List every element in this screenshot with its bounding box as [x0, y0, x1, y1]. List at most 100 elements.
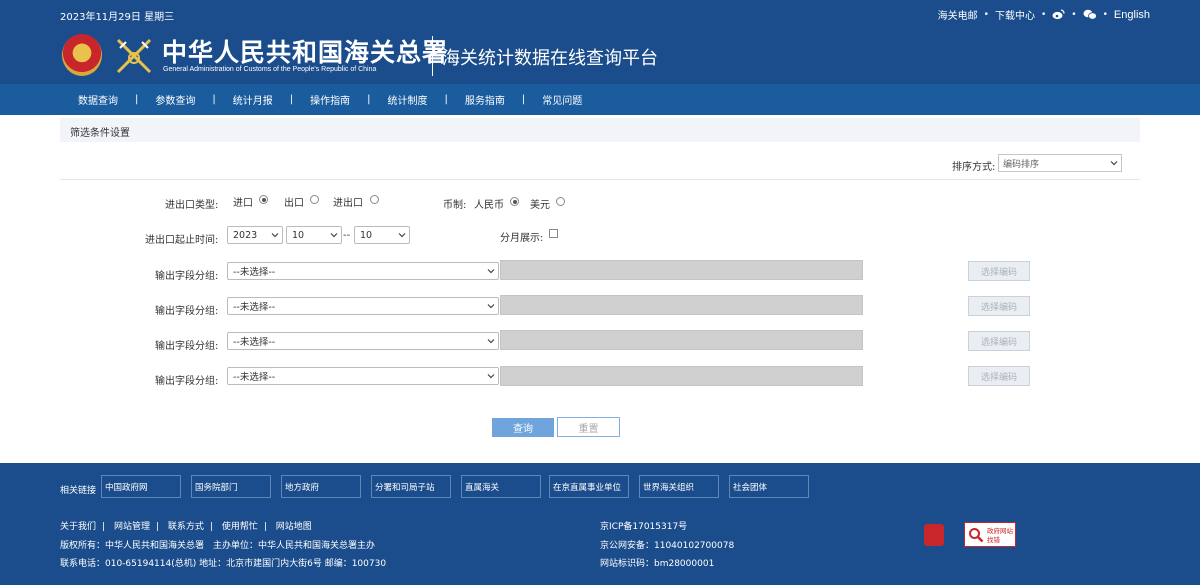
year-select[interactable]: 2023 — [227, 226, 283, 244]
nav-separator: | — [289, 94, 294, 105]
site-footer: 相关链接 中国政府网 国务院部门 地方政府 分署和司局子站 直属海关 在京直属事… — [0, 463, 1200, 585]
related-link-gov[interactable]: 中国政府网 — [101, 475, 181, 498]
dot-separator: • — [1040, 9, 1047, 20]
related-link-wco[interactable]: 世界海关组织 — [639, 475, 719, 498]
english-link[interactable]: English — [1114, 9, 1150, 21]
select-code-button[interactable]: 选择编码 — [968, 261, 1030, 281]
weibo-icon[interactable] — [1052, 9, 1065, 20]
sort-select-value: 编码排序 — [1003, 159, 1040, 170]
start-month-value: 10 — [292, 229, 305, 241]
nav-param-query[interactable]: 参数查询 — [155, 92, 195, 107]
trade-type-import-radio[interactable] — [259, 195, 268, 204]
trade-type-both-label: 进出口 — [333, 198, 363, 209]
output-group-label: 输出字段分组: — [155, 306, 219, 317]
code-display-box — [500, 330, 863, 350]
currency-rmb-radio[interactable] — [510, 197, 519, 206]
currency-usd-radio[interactable] — [556, 197, 565, 206]
currency-rmb-label: 人民币 — [474, 200, 504, 211]
platform-title: 海关统计数据在线查询平台 — [442, 48, 658, 69]
title-divider — [432, 36, 433, 76]
site-header: 2023年11月29日 星期三 海关电邮 • 下载中心 • • • Englis… — [0, 0, 1200, 84]
download-center-link[interactable]: 下载中心 — [995, 7, 1035, 22]
icp-text: 京ICP备17015317号 — [600, 522, 688, 532]
currency-usd-label: 美元 — [530, 200, 550, 211]
footer-link-sitemap[interactable]: 网站地图 — [276, 522, 312, 532]
dot-separator: • — [983, 9, 989, 20]
query-button[interactable]: 查询 — [492, 418, 554, 437]
start-month-select[interactable]: 10 — [286, 226, 342, 244]
gov-website-error-badge[interactable]: 政府网站 找错 — [964, 522, 1016, 547]
reset-button[interactable]: 重置 — [557, 417, 620, 437]
chevron-down-icon — [487, 339, 495, 344]
range-separator: -- — [343, 230, 351, 241]
trade-type-both-radio[interactable] — [370, 195, 379, 204]
nav-data-query[interactable]: 数据查询 — [78, 92, 118, 107]
output-group-label: 输出字段分组: — [155, 341, 219, 352]
related-link-local-gov[interactable]: 地方政府 — [281, 475, 361, 498]
nav-service-guide[interactable]: 服务指南 — [465, 92, 505, 107]
footer-link-separator: | — [263, 522, 267, 532]
site-id-text: 网站标识码：bm28000001 — [600, 559, 715, 569]
monthly-display-checkbox[interactable] — [549, 229, 558, 238]
footer-link-about[interactable]: 关于我们 — [60, 522, 96, 532]
gov-badge-text: 政府网站 找错 — [987, 527, 1013, 545]
chevron-down-icon — [271, 233, 279, 238]
related-link-direct-customs[interactable]: 直属海关 — [461, 475, 541, 498]
footer-link-separator: | — [209, 522, 213, 532]
related-link-state-council[interactable]: 国务院部门 — [191, 475, 271, 498]
nav-statistics-system[interactable]: 统计制度 — [388, 92, 428, 107]
end-month-select[interactable]: 10 — [354, 226, 410, 244]
footer-link-separator: | — [155, 522, 159, 532]
nav-separator: | — [367, 94, 371, 105]
output-group-value: --未选择-- — [233, 267, 276, 278]
police-record-text: 京公网安备：11040102700078 — [600, 541, 735, 551]
output-group-label: 输出字段分组: — [155, 376, 219, 387]
chevron-down-icon — [487, 374, 495, 379]
dot-separator: • — [1071, 9, 1077, 20]
nav-separator: | — [135, 94, 139, 105]
output-group-select[interactable]: --未选择-- — [227, 332, 499, 350]
related-link-public-institutions[interactable]: 在京直属事业单位 — [549, 475, 629, 498]
nav-separator: | — [212, 94, 216, 105]
select-code-button[interactable]: 选择编码 — [968, 366, 1030, 386]
current-date: 2023年11月29日 星期三 — [60, 12, 175, 23]
output-group-select[interactable]: --未选择-- — [227, 262, 499, 280]
footer-link-contact[interactable]: 联系方式 — [168, 522, 204, 532]
sort-select[interactable]: 编码排序 — [998, 154, 1122, 172]
trade-type-label: 进出口类型: — [165, 200, 219, 211]
wechat-icon[interactable] — [1083, 9, 1097, 20]
output-group-select[interactable]: --未选择-- — [227, 297, 499, 315]
copyright-text: 版权所有：中华人民共和国海关总署 主办单位：中华人民共和国海关总署主办 — [60, 541, 376, 551]
chevron-down-icon — [398, 233, 406, 238]
chevron-down-icon — [487, 269, 495, 274]
customs-badge-icon — [116, 38, 152, 74]
footer-bottom-links: 关于我们 | 网站管理 | 联系方式 | 使用帮忙 | 网站地图 — [60, 519, 312, 532]
dot-separator: • — [1102, 9, 1108, 20]
output-group-select[interactable]: --未选择-- — [227, 367, 499, 385]
output-group-value: --未选择-- — [233, 372, 276, 383]
nav-guide[interactable]: 操作指南 — [310, 92, 350, 107]
select-code-button[interactable]: 选择编码 — [968, 331, 1030, 351]
output-group-label: 输出字段分组: — [155, 271, 219, 282]
chevron-down-icon — [487, 304, 495, 309]
footer-link-separator: | — [102, 522, 106, 532]
related-link-social-groups[interactable]: 社会团体 — [729, 475, 809, 498]
related-link-branch-sites[interactable]: 分署和司局子站 — [371, 475, 451, 498]
footer-link-admin[interactable]: 网站管理 — [114, 522, 150, 532]
nav-faq[interactable]: 常见问题 — [542, 92, 582, 107]
contact-text: 联系电话：010-65194114(总机) 地址：北京市建国门内大街6号 邮编：… — [60, 559, 387, 569]
org-name-en: General Administration of Customs of the… — [163, 66, 377, 73]
trade-type-export-radio[interactable] — [310, 195, 319, 204]
national-emblem-icon — [62, 34, 102, 76]
trade-type-import-label: 进口 — [233, 198, 253, 209]
party-emblem-icon[interactable] — [924, 524, 944, 546]
output-group-value: --未选择-- — [233, 337, 276, 348]
footer-link-help[interactable]: 使用帮忙 — [222, 522, 258, 532]
select-code-button[interactable]: 选择编码 — [968, 296, 1030, 316]
related-links-label: 相关链接 — [60, 486, 97, 496]
email-link[interactable]: 海关电邮 — [938, 7, 978, 22]
top-links: 海关电邮 • 下载中心 • • • English — [938, 7, 1150, 23]
nav-monthly-report[interactable]: 统计月报 — [233, 92, 273, 107]
trade-type-export-label: 出口 — [284, 198, 304, 209]
gov-badge-line: 找错 — [987, 536, 1000, 544]
